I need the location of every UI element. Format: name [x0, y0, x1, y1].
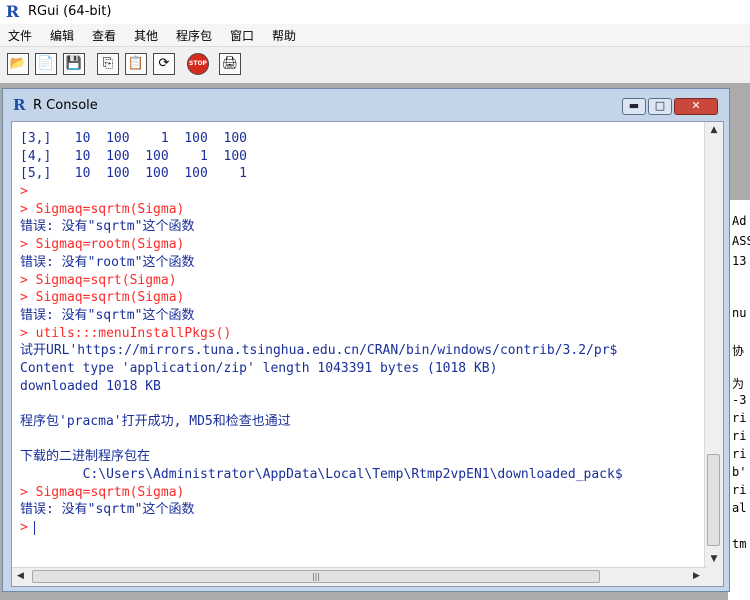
print-icon: 🖨 [221, 56, 239, 71]
horizontal-scroll-thumb[interactable]: ||| [32, 570, 600, 583]
copy-button[interactable]: ⎘ [97, 53, 119, 75]
console-output-line: Content type 'application/zip' length 10… [20, 360, 498, 376]
close-button[interactable]: ✕ [674, 98, 718, 115]
paste-button[interactable]: 📋 [125, 53, 147, 75]
console-output-line: [3,] 10 100 1 100 100 [20, 131, 247, 146]
background-window-text: ASS [732, 234, 750, 248]
menu-misc[interactable]: 其他 [134, 27, 158, 44]
copy-paste-icon: ⟳ [158, 56, 170, 71]
console-output-line: 错误: 没有"sqrtm"这个函数 [20, 307, 195, 323]
r-console-window[interactable]: R R Console ▬ □ ✕ [3,] 10 100 1 100 100[… [2, 88, 730, 592]
console-command-line: > Sigmaq=sqrtm(Sigma) [20, 484, 185, 500]
console-title-bar[interactable]: R R Console ▬ □ ✕ [3, 89, 729, 119]
menu-file[interactable]: 文件 [8, 27, 32, 44]
menu-view[interactable]: 查看 [92, 27, 116, 44]
scroll-down-arrow-icon[interactable]: ▼ [705, 551, 723, 568]
size-grip [705, 568, 723, 586]
maximize-icon: □ [654, 99, 666, 112]
menu-bar: 文件 编辑 查看 其他 程序包 窗口 帮助 [0, 24, 750, 47]
console-output-area[interactable]: [3,] 10 100 1 100 100 [4,] 10 100 100 1 1… [11, 121, 724, 587]
console-command-line: > utils:::menuInstallPkgs() [20, 325, 232, 341]
scroll-left-arrow-icon[interactable]: ◀ [12, 568, 29, 585]
console-command-line: > Sigmaq=rootm(Sigma) [20, 237, 185, 253]
print-button[interactable]: 🖨 [219, 53, 241, 75]
console-output-line: 下载的二进制程序包在 [20, 449, 151, 465]
console-command-line: > Sigmaq=sqrtm(Sigma) [20, 201, 185, 217]
background-window-text: al [732, 501, 747, 515]
console-output-line: C:\Users\Administrator\AppData\Local\Tem… [20, 467, 623, 483]
background-window-text: Ad [732, 214, 747, 228]
console-output-line: 错误: 没有"sqrtm"这个函数 [20, 219, 195, 235]
menu-help[interactable]: 帮助 [272, 27, 296, 44]
background-window-text: tm [732, 537, 747, 551]
open-script-button[interactable]: 📂 [7, 53, 29, 75]
background-window-text: -3 [732, 393, 747, 407]
minimize-icon: ▬ [628, 99, 640, 112]
console-output-line: 试开URL'https://mirrors.tuna.tsinghua.edu.… [20, 343, 618, 359]
console-prompt: > [20, 520, 28, 536]
app-title: RGui (64-bit) [28, 4, 112, 19]
toolbar: 📂 📄 💾 ⎘ 📋 ⟳ STOP 🖨 [0, 47, 750, 83]
scroll-up-arrow-icon[interactable]: ▲ [705, 122, 723, 139]
load-workspace-icon: 📄 [37, 56, 55, 71]
save-workspace-button[interactable]: 💾 [63, 53, 85, 75]
app-title-bar: R RGui (64-bit) [0, 0, 750, 24]
minimize-button[interactable]: ▬ [622, 98, 646, 115]
copy-icon: ⎘ [102, 56, 114, 71]
vertical-scroll-thumb[interactable] [707, 454, 720, 546]
stop-icon: STOP [189, 60, 207, 67]
console-output-line: downloaded 1018 KB [20, 378, 161, 394]
console-output-line: 程序包'pracma'打开成功, MD5和检查也通过 [20, 414, 291, 429]
maximize-button[interactable]: □ [648, 98, 672, 115]
vertical-scrollbar[interactable]: ▲ ▼ [704, 122, 723, 569]
close-icon: ✕ [691, 99, 701, 112]
menu-windows[interactable]: 窗口 [230, 27, 254, 44]
console-output-line: 错误: 没有"rootm"这个函数 [20, 254, 195, 270]
save-workspace-icon: 💾 [65, 56, 83, 71]
console-text[interactable]: [3,] 10 100 1 100 100 [4,] 10 100 100 1 1… [20, 130, 696, 548]
console-output-line: [5,] 10 100 100 100 1 [20, 166, 247, 182]
console-command-line: > [20, 184, 28, 200]
stop-button[interactable]: STOP [187, 53, 209, 75]
background-window-text: b' [732, 465, 747, 479]
copy-paste-button[interactable]: ⟳ [153, 53, 175, 75]
console-prompt-line[interactable]: > [20, 519, 696, 537]
r-logo-icon: R [5, 2, 20, 21]
console-command-line: > Sigmaq=sqrt(Sigma) [20, 272, 177, 288]
console-output-line: [4,] 10 100 100 1 100 [20, 148, 247, 164]
background-window-text: 协 [732, 344, 745, 358]
load-workspace-button[interactable]: 📄 [35, 53, 57, 75]
background-window[interactable]: Ad ASS 13 nu 协 为 -3 ri ri ri b' ri al tm [728, 200, 750, 600]
background-window-text: 为 [732, 377, 745, 391]
scroll-right-arrow-icon[interactable]: ▶ [688, 568, 705, 585]
console-command-line: > Sigmaq=sqrtm(Sigma) [20, 290, 185, 306]
console-title: R Console [33, 98, 98, 113]
console-output-line: 错误: 没有"sqrtm"这个函数 [20, 502, 195, 518]
menu-edit[interactable]: 编辑 [50, 27, 74, 44]
menu-packages[interactable]: 程序包 [176, 27, 212, 44]
background-window-text: nu [732, 306, 747, 320]
background-window-text: 13 [732, 254, 747, 268]
horizontal-scrollbar[interactable]: ◀ ||| ▶ [12, 567, 707, 586]
text-cursor [33, 520, 35, 535]
paste-icon: 📋 [127, 56, 145, 71]
background-window-text: ri [732, 483, 747, 497]
background-window-text: ri [732, 411, 747, 425]
background-window-text: ri [732, 447, 747, 461]
background-window-text: ri [732, 429, 747, 443]
r-logo-icon: R [13, 96, 26, 114]
open-script-icon: 📂 [9, 56, 27, 71]
